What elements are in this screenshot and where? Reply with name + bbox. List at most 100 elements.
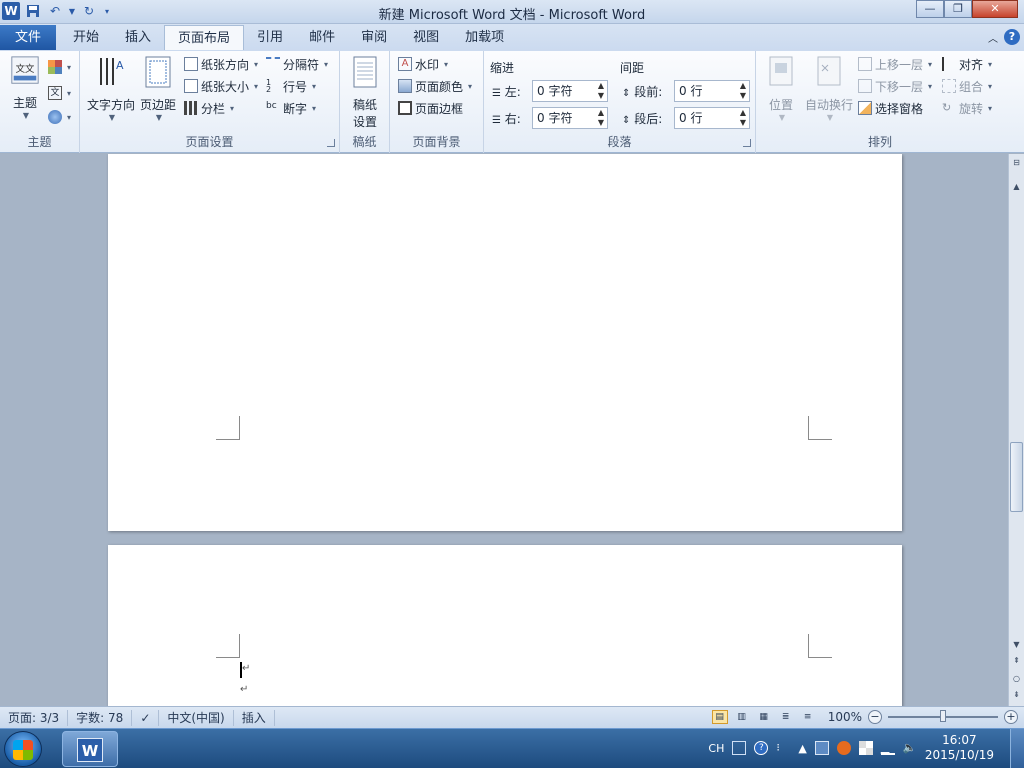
scroll-up-icon[interactable]: ▲ xyxy=(1009,180,1024,194)
tab-home[interactable]: 开始 xyxy=(60,25,112,50)
align-button[interactable]: 对齐 ▾ xyxy=(942,54,992,74)
page-3[interactable]: ↵ ↵ xyxy=(108,545,902,706)
volume-icon[interactable]: 🔈 xyxy=(903,741,917,755)
theme-effects-button[interactable]: ▾ xyxy=(48,107,71,127)
vertical-scrollbar[interactable]: ⊟ ▲ ▼ ⇞ ○ ⇟ xyxy=(1008,154,1024,706)
crop-mark-top-right xyxy=(808,634,832,658)
page-color-button[interactable]: 页面颜色 ▾ xyxy=(398,76,472,96)
tab-view[interactable]: 视图 xyxy=(400,25,452,50)
scroll-down-icon[interactable]: ▼ xyxy=(1009,638,1024,652)
wrap-text-button[interactable]: 自动换行 ▼ xyxy=(804,55,854,122)
margins-button[interactable]: 页边距 ▼ xyxy=(138,55,178,122)
insert-mode[interactable]: 插入 xyxy=(234,709,275,726)
line-numbers-icon: 12 xyxy=(266,78,272,94)
spacing-after-input[interactable]: 0 行 ▲ ▼ xyxy=(674,107,750,129)
windows-logo-icon xyxy=(13,740,33,760)
window-title: 新建 Microsoft Word 文档 - Microsoft Word xyxy=(378,8,646,23)
columns-button[interactable]: 分栏 ▾ xyxy=(184,98,234,118)
theme-effects-icon xyxy=(48,110,62,124)
text-direction-button[interactable]: A 文字方向 ▼ xyxy=(86,55,136,122)
antivirus-icon[interactable] xyxy=(836,741,851,755)
indent-right-input[interactable]: 0 字符 ▲ ▼ xyxy=(532,107,608,129)
minimize-button[interactable]: — xyxy=(916,0,944,18)
taskbar-word-button[interactable]: W xyxy=(62,731,118,767)
input-language[interactable]: CH xyxy=(708,742,724,755)
word-count[interactable]: 字数: 78 xyxy=(68,709,133,726)
page-count[interactable]: 页面: 3/3 xyxy=(0,709,69,726)
tab-file[interactable]: 文件 xyxy=(0,25,56,50)
windows-flag-icon[interactable] xyxy=(858,741,873,755)
breaks-button[interactable]: 分隔符 ▾ xyxy=(266,54,328,74)
document-area[interactable]: ↵ ↵ xyxy=(0,154,1008,706)
indent-left-input[interactable]: 0 字符 ▲ ▼ xyxy=(532,80,608,102)
page-2[interactable] xyxy=(108,154,902,531)
network-adapter-icon[interactable] xyxy=(814,741,829,755)
previous-page-icon[interactable]: ⇞ xyxy=(1009,654,1024,668)
zoom-slider[interactable] xyxy=(888,710,998,722)
minimize-ribbon-icon[interactable]: ︿ xyxy=(988,30,998,45)
browse-object-icon[interactable]: ○ xyxy=(1009,672,1024,686)
selection-pane-button[interactable]: 选择窗格 xyxy=(858,98,923,118)
outline-view-icon[interactable]: ≣ xyxy=(778,710,794,724)
ime-options-icon[interactable]: ⁝ xyxy=(776,741,790,755)
ruler-toggle-icon[interactable]: ⊟ xyxy=(1009,156,1024,170)
print-layout-view-icon[interactable]: ▤ xyxy=(711,710,728,724)
full-screen-reading-icon[interactable]: ▥ xyxy=(734,710,750,724)
group-label-themes: 主题 xyxy=(27,135,52,149)
draft-paper-settings-button[interactable]: 稿纸 设置 xyxy=(346,55,384,130)
spacing-title: 间距 xyxy=(620,61,645,75)
watermark-button[interactable]: A 水印 ▾ xyxy=(398,54,448,74)
zoom-in-icon[interactable]: + xyxy=(1004,710,1018,724)
next-page-icon[interactable]: ⇟ xyxy=(1009,688,1024,702)
zoom-slider-thumb[interactable] xyxy=(940,710,946,722)
tab-review[interactable]: 审阅 xyxy=(348,25,400,50)
tab-insert[interactable]: 插入 xyxy=(112,25,164,50)
zoom-level[interactable]: 100% xyxy=(828,710,862,724)
draft-paper-icon xyxy=(353,56,377,88)
ribbon: 文文 主题 ▼ ▾ 文 ▾ ▾ 主题 A 文字方向 ▼ 页边距 ▼ 纸张方向 ▾ 纸… xyxy=(0,51,1024,153)
zoom-out-icon[interactable]: − xyxy=(868,710,882,724)
bring-forward-button[interactable]: 上移一层 ▾ xyxy=(858,54,932,74)
send-backward-button[interactable]: 下移一层 ▾ xyxy=(858,76,932,96)
group-themes: 文文 主题 ▼ ▾ 文 ▾ ▾ 主题 xyxy=(0,51,80,153)
web-layout-icon[interactable]: ▦ xyxy=(756,710,772,724)
language-indicator[interactable]: 中文(中国) xyxy=(159,709,234,726)
draft-view-icon[interactable]: ≡ xyxy=(800,710,816,724)
spacing-before-input[interactable]: 0 行 ▲ ▼ xyxy=(674,80,750,102)
keyboard-icon[interactable] xyxy=(732,741,747,755)
rotate-button[interactable]: ↻ 旋转 ▾ xyxy=(942,98,992,118)
tab-references[interactable]: 引用 xyxy=(244,25,296,50)
tab-addins[interactable]: 加载项 xyxy=(452,25,517,50)
clock[interactable]: 16:07 2015/10/19 xyxy=(925,733,994,763)
hyphenation-icon: bc xyxy=(266,101,277,111)
help-tray-icon[interactable]: ? xyxy=(754,741,769,755)
page-borders-button[interactable]: 页面边框 xyxy=(398,98,463,118)
theme-colors-button[interactable]: ▾ xyxy=(48,57,71,77)
line-numbers-button[interactable]: 1 2 行号 ▾ xyxy=(266,76,316,96)
paragraph-launcher-icon[interactable] xyxy=(743,139,751,147)
orientation-button[interactable]: 纸张方向 ▾ xyxy=(184,54,258,74)
start-button[interactable] xyxy=(4,731,42,767)
signal-icon[interactable]: ▁ xyxy=(880,741,895,755)
group-label-arrange: 排列 xyxy=(867,135,892,149)
show-desktop-button[interactable] xyxy=(1010,729,1024,768)
scroll-thumb[interactable] xyxy=(1010,442,1023,512)
themes-button[interactable]: 文文 主题 ▼ xyxy=(6,55,44,120)
crop-mark-bottom-left xyxy=(216,416,240,440)
close-button[interactable]: ✕ xyxy=(972,0,1018,18)
maximize-button[interactable]: ❐ xyxy=(944,0,972,18)
theme-fonts-button[interactable]: 文 ▾ xyxy=(48,83,71,103)
help-icon[interactable]: ? xyxy=(1004,29,1020,45)
page-setup-launcher-icon[interactable] xyxy=(327,139,335,147)
show-hidden-icons-icon[interactable]: ▲ xyxy=(798,742,806,755)
breaks-icon xyxy=(266,57,280,71)
group-objects-button[interactable]: 组合 ▾ xyxy=(942,76,992,96)
size-button[interactable]: 纸张大小 ▾ xyxy=(184,76,258,96)
proofing-icon[interactable]: ✓ xyxy=(132,709,160,726)
group-icon xyxy=(942,79,956,93)
indent-left-label: ☰ 左: xyxy=(492,85,521,99)
position-button[interactable]: 位置 ▼ xyxy=(762,55,800,122)
tab-mailings[interactable]: 邮件 xyxy=(296,25,348,50)
tab-page-layout[interactable]: 页面布局 xyxy=(164,25,245,50)
hyphenation-button[interactable]: bc 断字 ▾ xyxy=(266,98,316,118)
